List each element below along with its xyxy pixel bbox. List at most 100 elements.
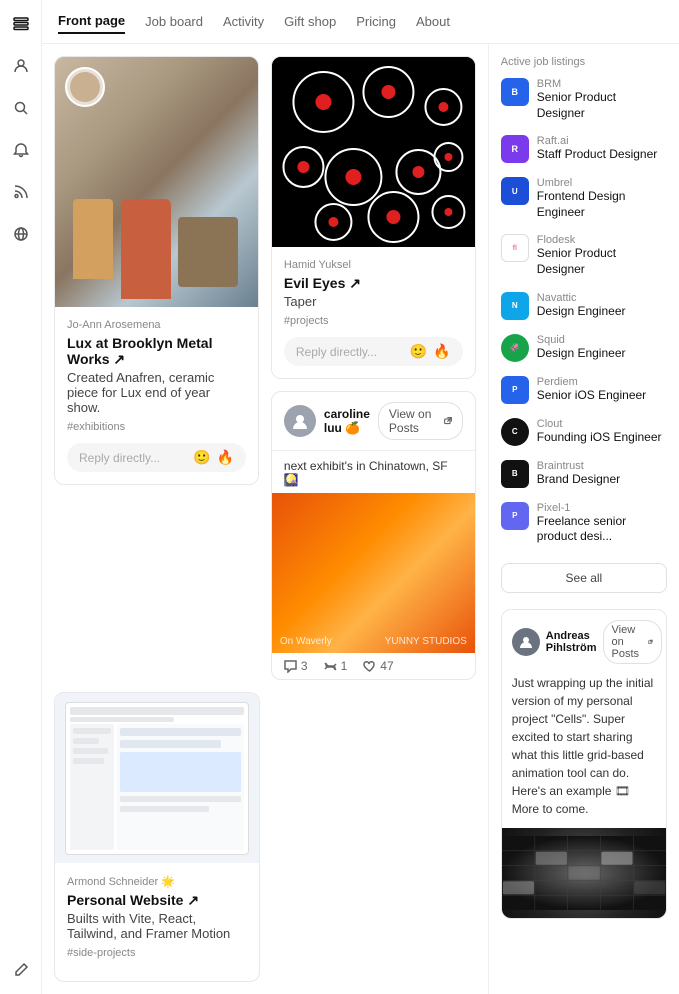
sidebar-post-header: Andreas Pihlström View on Posts — [502, 610, 666, 674]
pixel1-job-title: Freelance senior product desi... — [537, 514, 667, 545]
armond-tags: #side-projects — [67, 947, 247, 959]
joann-description: Created Anafren, ceramic piece for Lux e… — [67, 370, 246, 415]
fire-icon[interactable]: 🔥 — [216, 449, 233, 466]
raft-job-title: Staff Product Designer — [537, 147, 667, 163]
joann-author: Jo-Ann Arosemena — [67, 319, 246, 331]
brm-job-info: BRM Senior Product Designer — [537, 78, 667, 121]
like-action[interactable]: 47 — [363, 659, 393, 673]
post-card-joann: Jo-Ann Arosemena Lux at Brooklyn Metal W… — [54, 56, 259, 485]
see-all-button[interactable]: See all — [501, 563, 667, 593]
squid-logo: 🦑 — [501, 334, 529, 362]
job-listing-raft[interactable]: R Raft.ai Staff Product Designer — [501, 135, 667, 163]
job-listing-navattic[interactable]: N Navattic Design Engineer — [501, 292, 667, 320]
joann-title: Lux at Brooklyn Metal Works ↗ — [67, 335, 246, 368]
job-listing-perdiem[interactable]: P Perdiem Senior iOS Engineer — [501, 376, 667, 404]
nav-job-board[interactable]: Job board — [145, 10, 203, 33]
clout-job-title: Founding iOS Engineer — [537, 430, 667, 446]
perdiem-job-info: Perdiem Senior iOS Engineer — [537, 376, 667, 404]
hamid-subtitle: Taper — [284, 294, 463, 309]
andreas-post-image — [502, 828, 666, 918]
like-count: 47 — [380, 659, 393, 673]
feed-col-right: Hamid Yuksel Evil Eyes ↗ Taper #projects… — [271, 56, 476, 680]
job-listing-umbrel[interactable]: U Umbrel Frontend Design Engineer — [501, 177, 667, 220]
squid-job-info: Squid Design Engineer — [537, 334, 667, 362]
mockup-bar2 — [70, 717, 174, 722]
nav-front-page[interactable]: Front page — [58, 9, 125, 34]
squid-company: Squid — [537, 334, 667, 346]
navattic-logo: N — [501, 292, 529, 320]
post-card-hamid: Hamid Yuksel Evil Eyes ↗ Taper #projects… — [271, 56, 476, 379]
hamid-reply-icons: 🙂 🔥 — [410, 343, 451, 360]
raft-logo: R — [501, 135, 529, 163]
list-icon[interactable] — [9, 12, 33, 36]
perdiem-job-title: Senior iOS Engineer — [537, 388, 667, 404]
andreas-user-info: Andreas Pihlström — [546, 630, 597, 654]
joann-content: Jo-Ann Arosemena Lux at Brooklyn Metal W… — [55, 307, 258, 484]
andreas-avatar — [512, 628, 540, 656]
braintrust-job-info: Braintrust Brand Designer — [537, 460, 667, 488]
job-listing-squid[interactable]: 🦑 Squid Design Engineer — [501, 334, 667, 362]
hamid-content: Hamid Yuksel Evil Eyes ↗ Taper #projects… — [272, 247, 475, 378]
joann-image — [55, 57, 258, 307]
sidebar-view-on-posts-button[interactable]: View on Posts — [603, 620, 663, 664]
orange-label-left: On Waverly — [280, 636, 332, 647]
flodesk-company: Flodesk — [537, 234, 667, 246]
pixel1-logo: P — [501, 502, 529, 530]
navattic-company: Navattic — [537, 292, 667, 304]
nav-activity[interactable]: Activity — [223, 10, 264, 33]
navattic-job-title: Design Engineer — [537, 304, 667, 320]
umbrel-job-info: Umbrel Frontend Design Engineer — [537, 177, 667, 220]
clout-job-info: Clout Founding iOS Engineer — [537, 418, 667, 446]
edit-icon[interactable] — [9, 958, 33, 982]
brm-logo: B — [501, 78, 529, 106]
hamid-reply-placeholder: Reply directly... — [296, 345, 402, 359]
comment-action[interactable]: 3 — [284, 659, 308, 673]
comment-count: 3 — [301, 659, 308, 673]
mockup-main — [117, 724, 244, 850]
nav-gift-shop[interactable]: Gift shop — [284, 10, 336, 33]
hamid-reply-box[interactable]: Reply directly... 🙂 🔥 — [284, 337, 463, 366]
job-listing-braintrust[interactable]: B Braintrust Brand Designer — [501, 460, 667, 488]
andreas-username: Andreas Pihlström — [546, 630, 597, 654]
perdiem-company: Perdiem — [537, 376, 667, 388]
flodesk-job-info: Flodesk Senior Product Designer — [537, 234, 667, 277]
job-listing-brm[interactable]: B BRM Senior Product Designer — [501, 78, 667, 121]
feed-spacer — [272, 692, 476, 982]
pixel1-job-info: Pixel-1 Freelance senior product desi... — [537, 502, 667, 545]
globe-icon[interactable] — [9, 222, 33, 246]
caroline-text: next exhibit's in Chinatown, SF 🎑 — [272, 451, 475, 493]
view-on-posts-button[interactable]: View on Posts — [378, 402, 463, 440]
braintrust-logo: B — [501, 460, 529, 488]
job-listing-flodesk[interactable]: fl Flodesk Senior Product Designer — [501, 234, 667, 277]
braintrust-job-title: Brand Designer — [537, 472, 667, 488]
hamid-tags: #projects — [284, 315, 463, 327]
feed: Jo-Ann Arosemena Lux at Brooklyn Metal W… — [42, 44, 488, 994]
joann-reply-icons: 🙂 🔥 — [193, 449, 234, 466]
mockup-content-area — [70, 724, 244, 850]
search-icon[interactable] — [9, 96, 33, 120]
view-on-posts-label: View on Posts — [389, 407, 440, 435]
rss-icon[interactable] — [9, 180, 33, 204]
caroline-post-actions: 3 1 47 — [272, 653, 475, 679]
armond-content: Armond Schneider 🌟 Personal Website ↗ Bu… — [55, 863, 259, 981]
brm-job-title: Senior Product Designer — [537, 90, 667, 121]
repost-action[interactable]: 1 — [324, 659, 348, 673]
emoji-icon[interactable]: 🙂 — [193, 449, 210, 466]
navigation: Front page Job board Activity Gift shop … — [42, 0, 679, 44]
job-listing-pixel1[interactable]: P Pixel-1 Freelance senior product desi.… — [501, 502, 667, 545]
post-card-armond: Armond Schneider 🌟 Personal Website ↗ Bu… — [54, 692, 260, 982]
emoji-icon-2[interactable]: 🙂 — [410, 343, 427, 360]
job-listing-clout[interactable]: C Clout Founding iOS Engineer — [501, 418, 667, 446]
circles-art-image — [272, 57, 475, 247]
nav-pricing[interactable]: Pricing — [356, 10, 396, 33]
andreas-post-text: Just wrapping up the initial version of … — [502, 674, 666, 828]
caroline-orange-image: On Waverly YUNNY STUDIOS — [272, 493, 475, 653]
website-mockup — [65, 702, 249, 855]
fire-icon-2[interactable]: 🔥 — [433, 343, 450, 360]
flodesk-job-title: Senior Product Designer — [537, 246, 667, 277]
joann-reply-box[interactable]: Reply directly... 🙂 🔥 — [67, 443, 246, 472]
person-icon[interactable] — [9, 54, 33, 78]
feed-col-left: Jo-Ann Arosemena Lux at Brooklyn Metal W… — [54, 56, 259, 680]
notification-icon[interactable] — [9, 138, 33, 162]
nav-about[interactable]: About — [416, 10, 450, 33]
